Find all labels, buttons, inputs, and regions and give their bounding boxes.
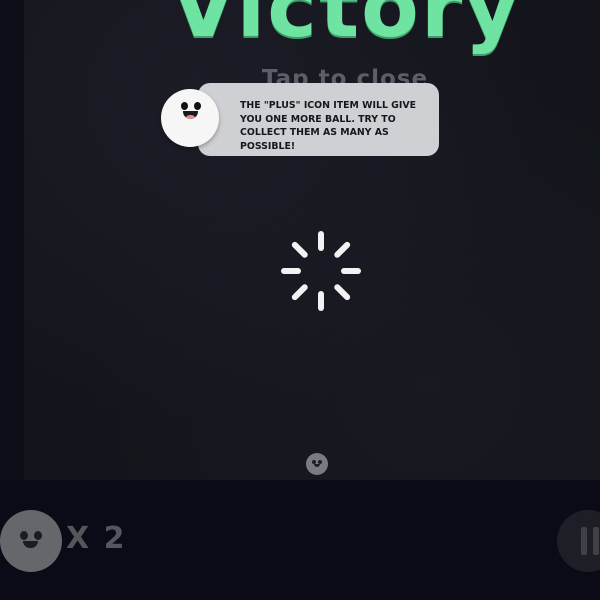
smiling-ball-mascot-icon xyxy=(161,89,219,147)
lives-ball-icon xyxy=(0,510,62,572)
tip-bubble: THE "PLUS" ICON ITEM WILL GIVE YOU ONE M… xyxy=(198,83,439,156)
lives-ball-mouth xyxy=(23,541,38,548)
ball-icon xyxy=(306,453,328,475)
lives-ball-right-eye xyxy=(34,531,42,540)
ball-mouth xyxy=(314,464,320,467)
spinner-tick xyxy=(333,283,352,302)
victory-title: Victory xyxy=(170,0,522,56)
mascot-left-eye xyxy=(181,102,188,110)
spinner-tick xyxy=(290,283,309,302)
lives-ball-left-eye xyxy=(20,531,28,540)
spinner-tick xyxy=(290,240,309,259)
tip-text: THE "PLUS" ICON ITEM WILL GIVE YOU ONE M… xyxy=(240,100,417,152)
lives-count: X 2 xyxy=(66,521,127,556)
spinner-tick xyxy=(281,268,301,274)
loading-spinner-icon xyxy=(281,231,361,311)
mascot-right-eye xyxy=(194,102,201,110)
mascot-mouth xyxy=(183,111,198,119)
pause-icon xyxy=(581,527,587,555)
spinner-tick xyxy=(318,231,324,251)
spinner-tick xyxy=(333,240,352,259)
spinner-tick xyxy=(318,291,324,311)
pause-icon xyxy=(593,527,599,555)
spinner-tick xyxy=(341,268,361,274)
left-edge-strip xyxy=(0,0,24,480)
